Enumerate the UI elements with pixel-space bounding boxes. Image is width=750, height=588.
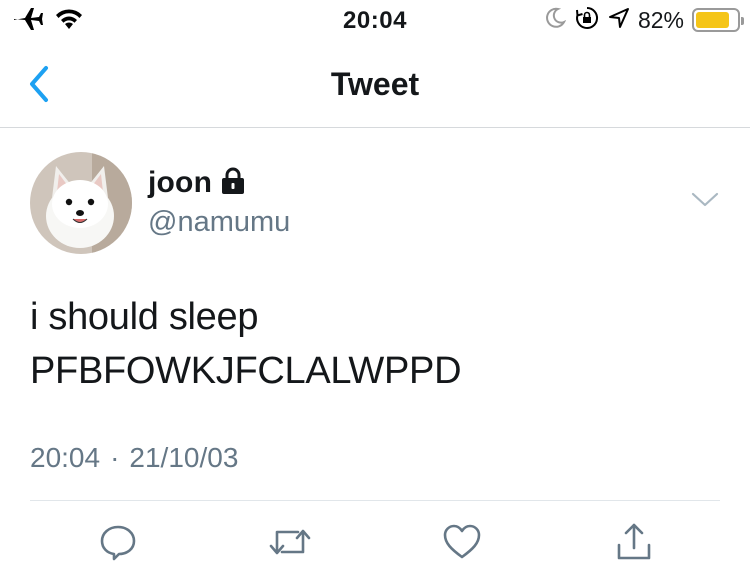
divider	[30, 500, 720, 501]
tweet-text-line: PFBFOWKJFCLALWPPD	[30, 350, 462, 392]
share-icon	[617, 523, 651, 560]
battery-fill	[696, 12, 729, 28]
reply-button[interactable]	[96, 520, 140, 564]
nav-bar: Tweet	[0, 42, 750, 128]
battery-nub	[741, 17, 744, 25]
user-handle: @namumu	[148, 206, 291, 238]
battery-percent: 82%	[637, 6, 684, 33]
user-info[interactable]: joon @namumu	[148, 166, 290, 239]
tweet-menu-button[interactable]	[690, 190, 720, 210]
dog-avatar-image	[30, 152, 132, 254]
share-button[interactable]	[612, 520, 656, 564]
avatar[interactable]	[30, 152, 132, 254]
reply-icon	[100, 525, 136, 561]
tweet-text-line: i should sleep	[30, 296, 259, 338]
rotation-lock-icon	[574, 5, 600, 36]
meta-separator: ·	[110, 442, 120, 473]
chevron-down-icon	[691, 192, 719, 207]
lock-icon	[220, 167, 246, 200]
page-title: Tweet	[330, 66, 420, 102]
display-name-row: joon	[148, 166, 290, 200]
tweet-date: 21/10/03	[129, 442, 239, 473]
battery-icon	[692, 8, 744, 32]
tweet-time: 20:04	[30, 442, 101, 473]
tweet-actions	[0, 520, 750, 570]
tweet-timestamp: 20:04 · 21/10/03	[30, 442, 238, 474]
like-button[interactable]	[440, 520, 484, 564]
location-icon	[608, 7, 630, 34]
display-name: joon	[148, 166, 213, 199]
status-bar: 20:04 82%	[0, 0, 750, 42]
retweet-button[interactable]	[268, 520, 312, 564]
moon-icon	[544, 7, 567, 34]
heart-icon	[443, 524, 481, 559]
retweet-icon	[269, 529, 311, 555]
tweet-text: i should sleep PFBFOWKJFCLALWPPD	[30, 290, 462, 398]
status-right-icons: 82%	[544, 5, 744, 36]
